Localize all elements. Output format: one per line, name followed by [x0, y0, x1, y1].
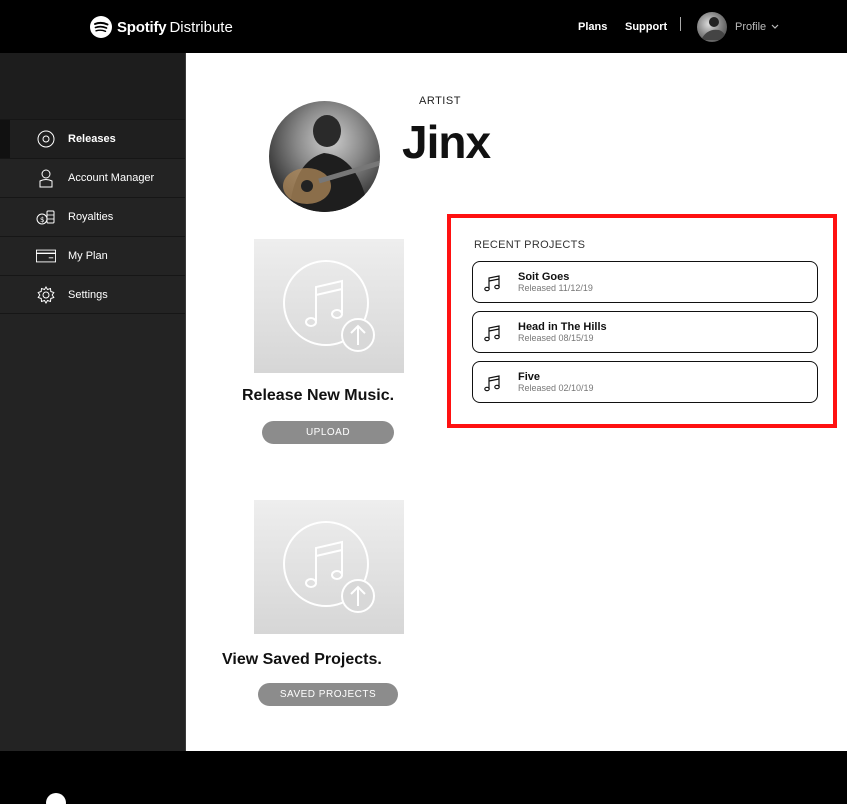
sidebar-item-releases[interactable]: Releases — [0, 119, 185, 158]
project-date: Released 08/15/19 — [518, 333, 594, 343]
spotify-logo[interactable]: Spotify Distribute — [90, 12, 233, 42]
sidebar-item-settings[interactable]: Settings — [0, 275, 185, 314]
user-icon — [36, 168, 56, 188]
sidebar: Releases Account Manager $ Royalties My … — [0, 53, 186, 751]
project-date: Released 02/10/19 — [518, 383, 594, 393]
project-name: Head in The Hills — [518, 321, 607, 333]
music-note-icon — [484, 325, 500, 342]
main-content: ARTIST Jinx Release New Music. UPLOAD Vi… — [187, 53, 847, 751]
release-new-music-title: Release New Music. — [242, 387, 395, 404]
nav-plans-link[interactable]: Plans — [578, 21, 607, 33]
product-name: Distribute — [169, 18, 233, 36]
music-upload-icon — [283, 521, 375, 613]
sidebar-item-label: Royalties — [68, 211, 114, 223]
project-name: Five — [518, 371, 541, 383]
sidebar-item-label: Account Manager — [68, 172, 155, 184]
saved-projects-button[interactable]: SAVED PROJECTS — [258, 683, 398, 706]
sidebar-item-account-manager[interactable]: Account Manager — [0, 158, 185, 197]
sidebar-item-label: My Plan — [68, 250, 108, 262]
spotify-icon — [90, 16, 112, 38]
music-upload-icon — [283, 260, 375, 352]
sidebar-item-my-plan[interactable]: My Plan — [0, 236, 185, 275]
artist-photo — [269, 101, 380, 212]
top-bar: Spotify Distribute Plans Support Profile — [0, 0, 847, 53]
brand-name: Spotify — [117, 18, 167, 36]
music-note-icon — [484, 375, 500, 392]
project-item[interactable]: Soit Goes Released 11/12/19 — [472, 261, 818, 303]
sidebar-item-label: Settings — [68, 288, 108, 301]
coins-icon: $ — [36, 207, 56, 227]
saved-projects-card[interactable] — [254, 500, 404, 634]
chevron-down-icon — [771, 24, 779, 29]
project-item[interactable]: Head in The Hills Released 08/15/19 — [472, 311, 818, 353]
recent-projects-panel: RECENT PROJECTS Soit Goes Released 11/12… — [447, 214, 837, 428]
footer — [0, 751, 847, 804]
profile-label: Profile — [735, 21, 767, 33]
profile-avatar[interactable] — [697, 12, 727, 42]
project-item[interactable]: Five Released 02/10/19 — [472, 361, 818, 403]
project-date: Released 11/12/19 — [518, 283, 593, 293]
profile-menu[interactable]: Profile — [735, 21, 779, 33]
disc-icon — [36, 129, 56, 149]
sidebar-item-label: Releases — [68, 133, 116, 145]
nav-support-link[interactable]: Support — [625, 21, 667, 33]
nav-divider — [680, 17, 681, 31]
spotify-icon — [46, 793, 66, 804]
artist-label: ARTIST — [419, 95, 461, 107]
project-name: Soit Goes — [518, 271, 570, 283]
card-icon — [36, 246, 56, 266]
gear-icon — [36, 285, 56, 305]
release-new-music-card[interactable] — [254, 239, 404, 373]
view-saved-projects-title: View Saved Projects. — [222, 651, 382, 668]
sidebar-item-royalties[interactable]: $ Royalties — [0, 197, 185, 236]
upload-button[interactable]: UPLOAD — [262, 421, 394, 444]
svg-text:$: $ — [40, 216, 44, 224]
recent-projects-title: RECENT PROJECTS — [474, 239, 586, 251]
artist-name: Jinx — [402, 116, 491, 168]
music-note-icon — [484, 275, 500, 292]
